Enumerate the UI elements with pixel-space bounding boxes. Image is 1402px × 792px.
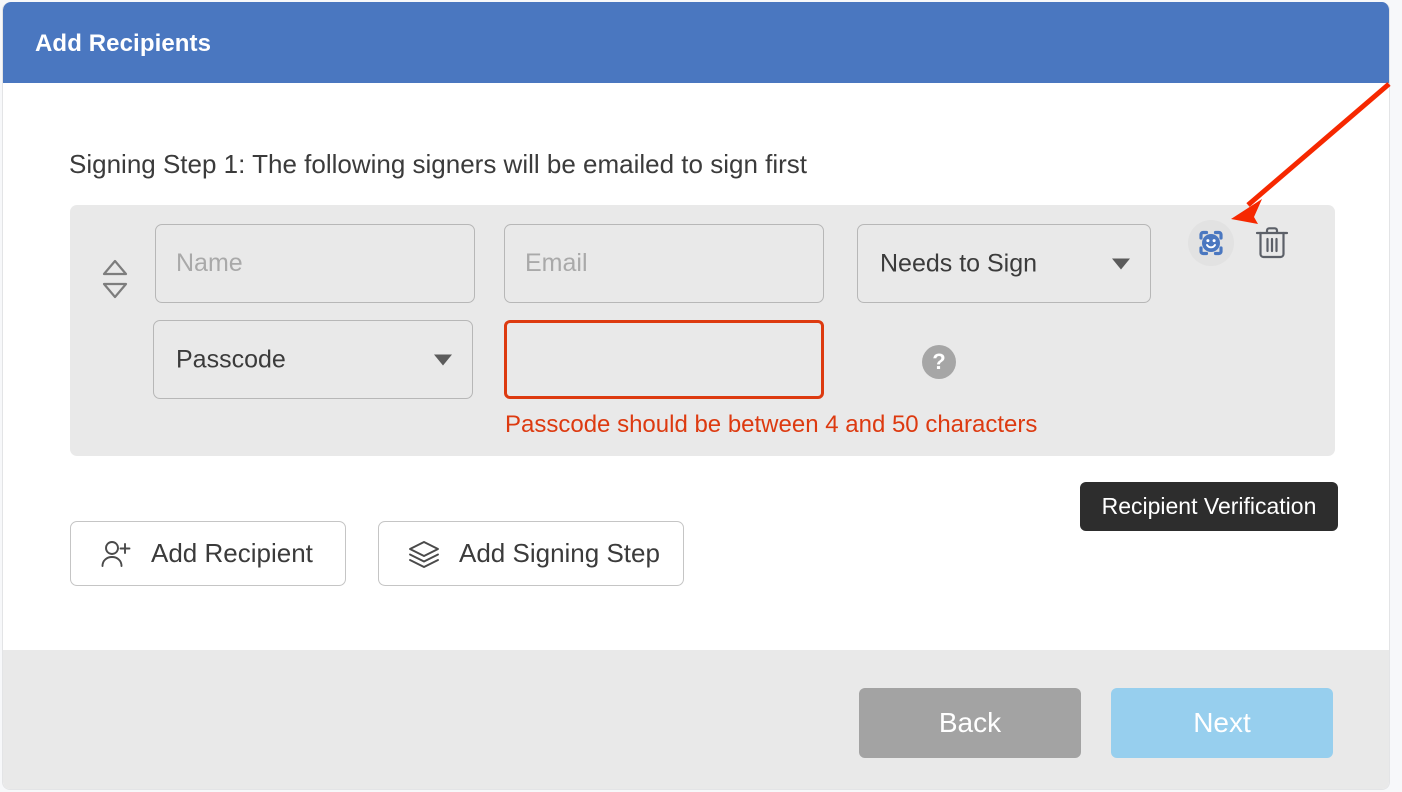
passcode-error-message: Passcode should be between 4 and 50 char…	[505, 411, 1038, 438]
next-button[interactable]: Next	[1111, 688, 1333, 758]
modal-body: Signing Step 1: The following signers wi…	[3, 83, 1389, 650]
chevron-down-icon	[434, 354, 452, 365]
email-input[interactable]	[504, 224, 824, 303]
passcode-input[interactable]	[504, 320, 824, 399]
name-input[interactable]	[155, 224, 475, 303]
modal-header: Add Recipients	[3, 2, 1389, 83]
add-signing-step-label: Add Signing Step	[459, 538, 660, 568]
signing-step-heading: Signing Step 1: The following signers wi…	[69, 149, 808, 179]
face-scan-smiley-icon	[1199, 230, 1223, 256]
add-signing-step-button[interactable]: Add Signing Step	[378, 521, 684, 586]
question-mark-icon[interactable]: ?	[922, 345, 956, 379]
back-button[interactable]: Back	[859, 688, 1081, 758]
recipient-verification-tooltip: Recipient Verification	[1080, 482, 1338, 531]
passcode-type-value: Passcode	[176, 345, 286, 373]
passcode-type-select[interactable]: Passcode	[153, 320, 473, 399]
recipient-role-select[interactable]: Needs to Sign	[857, 224, 1151, 303]
recipient-row: Needs to Sign Passcode ? Passcode should…	[70, 205, 1335, 456]
delete-recipient-button[interactable]	[1250, 221, 1294, 265]
user-plus-icon	[99, 538, 133, 570]
chevron-down-icon	[1112, 258, 1130, 269]
add-recipients-modal: Add Recipients Signing Step 1: The follo…	[2, 2, 1390, 790]
add-recipient-label: Add Recipient	[151, 538, 313, 568]
sort-updown-icon[interactable]	[100, 257, 130, 301]
layers-stack-icon	[407, 538, 441, 570]
recipient-role-value: Needs to Sign	[880, 249, 1038, 277]
recipient-verification-button[interactable]	[1188, 220, 1234, 266]
add-recipient-button[interactable]: Add Recipient	[70, 521, 346, 586]
trash-icon	[1255, 227, 1289, 259]
page-title: Add Recipients	[35, 30, 212, 57]
modal-footer: Back Next	[3, 650, 1389, 789]
